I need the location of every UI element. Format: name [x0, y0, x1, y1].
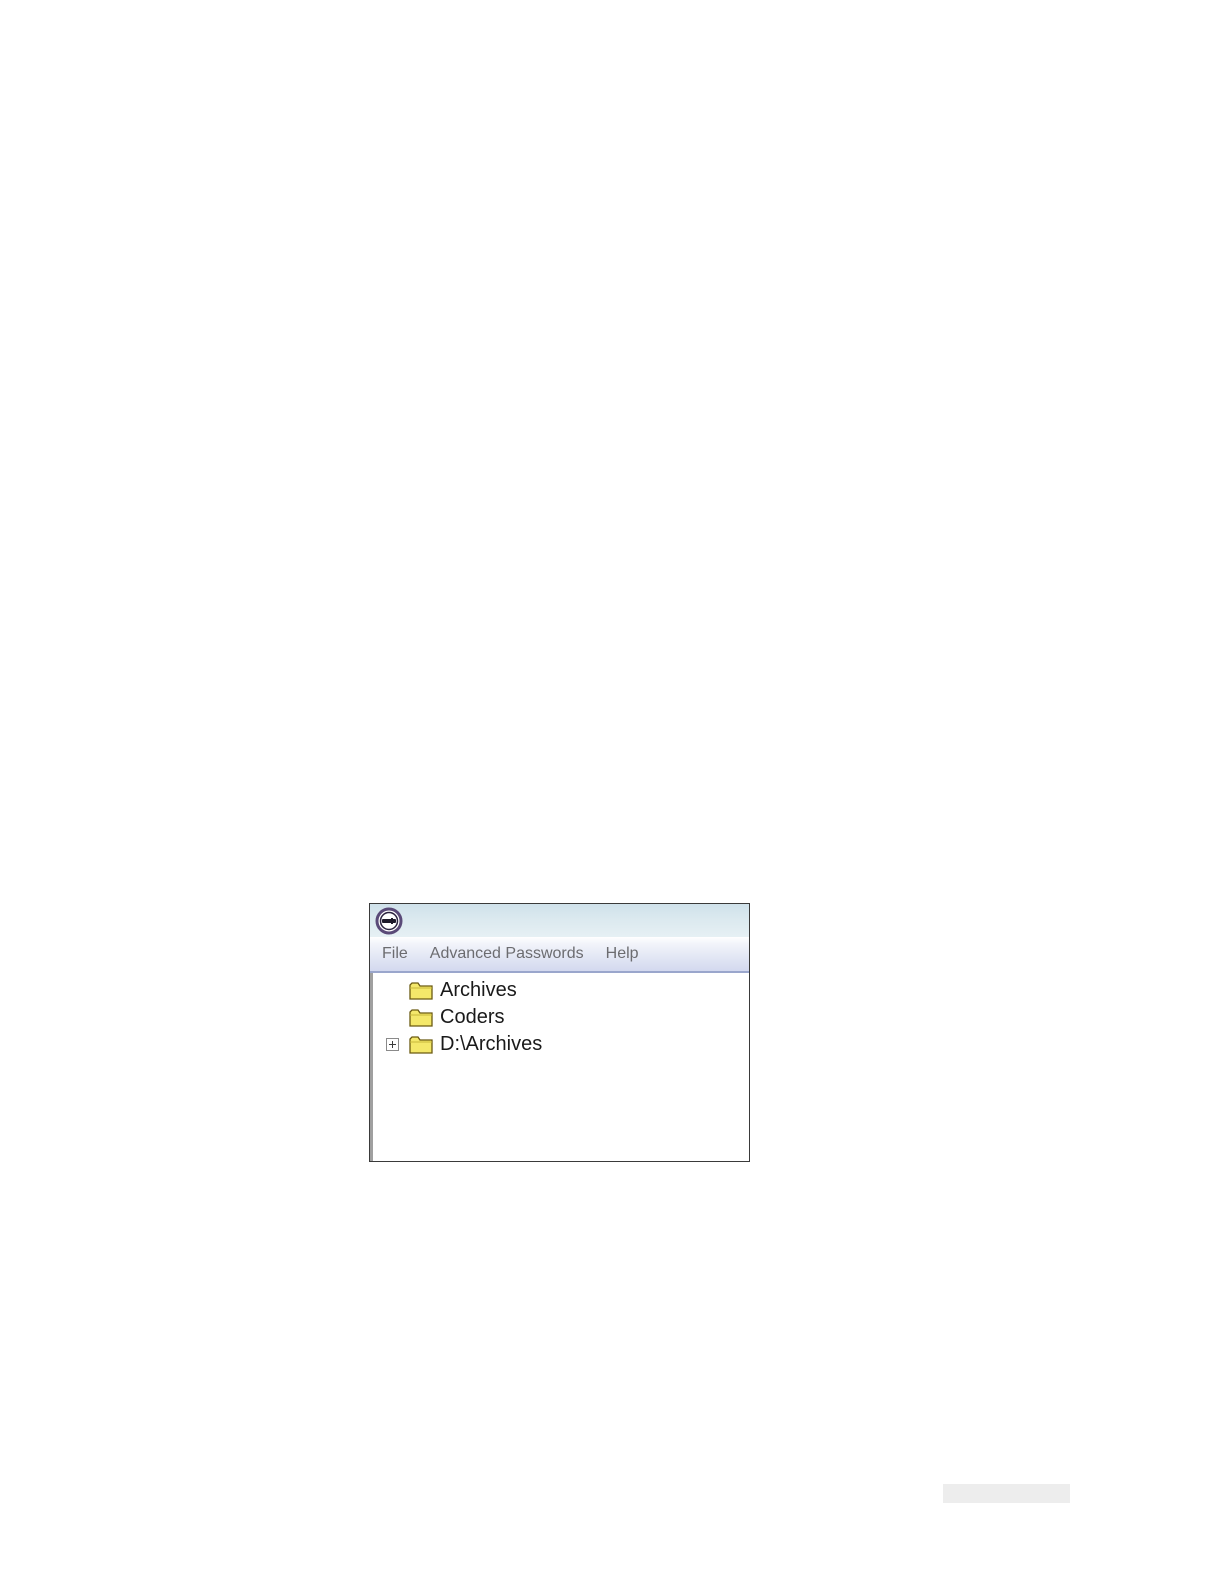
- tree-item-d-archives[interactable]: D:\Archives: [373, 1031, 749, 1058]
- folder-icon: [409, 981, 433, 1000]
- menu-bar: File Advanced Passwords Help: [370, 937, 749, 973]
- expand-plus-icon[interactable]: [386, 1038, 399, 1051]
- folder-icon: [409, 1008, 433, 1027]
- key-lock-icon[interactable]: [374, 906, 404, 936]
- tree-item-label: D:\Archives: [440, 1033, 543, 1055]
- tree-item-label: Archives: [440, 979, 517, 1001]
- tree-item-archives[interactable]: Archives: [373, 977, 749, 1004]
- title-bar[interactable]: [370, 904, 749, 937]
- tree-item-label: Coders: [440, 1006, 505, 1028]
- menu-file[interactable]: File: [382, 945, 408, 963]
- app-window: File Advanced Passwords Help Archives Co…: [369, 903, 750, 1162]
- footer-mark: [943, 1484, 1070, 1503]
- tree-item-coders[interactable]: Coders: [373, 1004, 749, 1031]
- folder-tree[interactable]: Archives Coders D:\Archives: [370, 973, 749, 1161]
- menu-help[interactable]: Help: [606, 945, 639, 963]
- folder-icon: [409, 1035, 433, 1054]
- menu-advanced-passwords[interactable]: Advanced Passwords: [430, 945, 584, 963]
